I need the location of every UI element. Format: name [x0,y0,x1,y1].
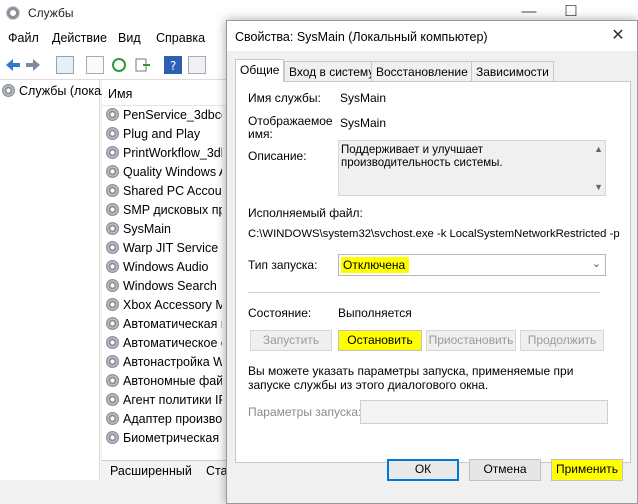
menu-action[interactable]: Действие [52,31,107,45]
dialog-title: Свойства: SysMain (Локальный компьютер) [235,30,488,44]
description-box[interactable]: Поддерживает и улучшает производительнос… [338,140,606,196]
list-item[interactable]: Plug and Play [106,127,200,146]
list-item-selected[interactable]: SysMain [106,222,171,241]
exe-path-value: C:\WINDOWS\system32\svchost.exe -k Local… [248,228,620,240]
tab-standard[interactable]: Ста [206,464,228,478]
list-item[interactable]: Автономные файл [106,374,231,393]
list-item[interactable]: PrintWorkflow_3db [106,146,228,165]
export-list-icon[interactable] [134,56,152,74]
properties-sheet-icon[interactable] [86,56,104,74]
list-item[interactable]: Windows Search [106,279,217,298]
description-label: Описание: [248,149,307,163]
tab-extended[interactable]: Расширенный [110,464,192,478]
column-header-label: Имя [108,87,133,101]
gear-icon [106,260,119,273]
tab-logon[interactable]: Вход в систему [284,61,380,81]
gear-icon [106,317,119,330]
list-item[interactable]: Биометрическая сл [106,431,236,450]
status-label: Состояние: [248,306,312,320]
scroll-up-icon[interactable]: ▲ [594,144,603,154]
menu-file[interactable]: Файл [8,31,39,45]
start-params-hint: Вы можете указать параметры запуска, при… [248,364,574,392]
menu-help[interactable]: Справка [156,31,205,45]
display-name-label-2: имя: [248,127,273,141]
gear-icon [106,336,119,349]
properties-dialog: Свойства: SysMain (Локальный компьютер) … [226,20,638,504]
ok-button[interactable]: ОК [387,459,459,481]
list-item[interactable]: SMP дисковых про [106,203,232,222]
gear-icon [106,355,119,368]
status-value: Выполняется [338,306,412,320]
tab-dependencies[interactable]: Зависимости [471,61,554,81]
services-gear-icon [6,6,20,20]
stop-button[interactable]: Остановить [338,330,422,351]
svg-text:?: ? [170,59,176,73]
gear-icon [106,241,119,254]
gear-icon [106,412,119,425]
list-item[interactable]: PenService_3dbce [106,108,228,127]
startup-type-select[interactable]: Отключена ⌄ [338,254,606,276]
help-icon[interactable]: ? [164,56,182,74]
gear-icon [106,108,119,121]
gear-icon [106,298,119,311]
apply-button[interactable]: Применить [551,459,623,481]
gear-icon [106,127,119,140]
close-icon[interactable]: ✕ [599,21,637,51]
list-item[interactable]: Quality Windows A [106,165,227,184]
gear-icon [106,431,119,444]
show-hide-pane-icon[interactable] [188,56,206,74]
menu-view[interactable]: Вид [118,31,141,45]
console-tree-icon[interactable] [56,56,74,74]
list-item[interactable]: Автоматическая на [106,317,235,336]
list-item[interactable]: Автоматическое о [106,336,228,355]
gear-icon [106,203,119,216]
gear-icon [106,393,119,406]
gear-icon [106,279,119,292]
pause-button[interactable]: Приостановить [426,330,516,351]
scroll-down-icon[interactable]: ▼ [594,182,603,192]
startup-type-value: Отключена [341,257,410,273]
list-item[interactable]: Адаптер производ [106,412,229,431]
services-window-title: Службы [28,6,74,20]
resume-button[interactable]: Продолжить [520,330,604,351]
list-item[interactable]: Автонастройка WW [106,355,237,374]
startup-type-label: Тип запуска: [248,258,318,272]
start-params-input[interactable] [360,400,608,424]
display-name-label: Отображаемое [248,114,333,128]
tab-recovery[interactable]: Восстановление [371,61,473,81]
gear-icon [2,84,15,97]
column-header-name[interactable]: Имя [102,80,238,106]
console-tree-pane: Службы (локальные) [0,80,142,480]
gear-icon [106,146,119,159]
gear-icon [106,374,119,387]
tab-general[interactable]: Общие [235,59,285,82]
dialog-tabs: Общие Вход в систему Восстановление Зави… [235,59,631,82]
cancel-button[interactable]: Отмена [469,459,541,481]
gear-icon [106,165,119,178]
chevron-down-icon: ⌄ [591,258,601,270]
service-name-label: Имя службы: [248,91,321,105]
list-item[interactable]: Warp JIT Service [106,241,218,260]
service-name-value: SysMain [340,91,387,105]
start-params-label: Параметры запуска: [248,405,362,419]
list-item[interactable]: Xbox Accessory Ma [106,298,233,317]
divider [248,292,600,293]
refresh-icon[interactable] [110,56,128,74]
gear-icon [106,184,119,197]
list-item[interactable]: Агент политики IPs [106,393,233,412]
display-name-value: SysMain [340,116,387,130]
list-item[interactable]: Shared PC Account [106,184,232,203]
exe-label: Исполняемый файл: [248,206,363,220]
services-list: PenService_3dbce Plug and Play PrintWork… [102,106,238,460]
services-view-tabs: Расширенный Ста [102,460,238,482]
list-item[interactable]: Windows Audio [106,260,208,279]
general-tab-page: Имя службы: SysMain Отображаемое имя: Sy… [235,81,631,463]
forward-arrow-icon[interactable] [24,56,42,74]
gear-icon [106,222,119,235]
back-arrow-icon[interactable] [4,56,22,74]
description-value: Поддерживает и улучшает производительнос… [341,144,503,169]
dialog-title-bar: Свойства: SysMain (Локальный компьютер) … [227,21,637,51]
start-button[interactable]: Запустить [250,330,332,351]
